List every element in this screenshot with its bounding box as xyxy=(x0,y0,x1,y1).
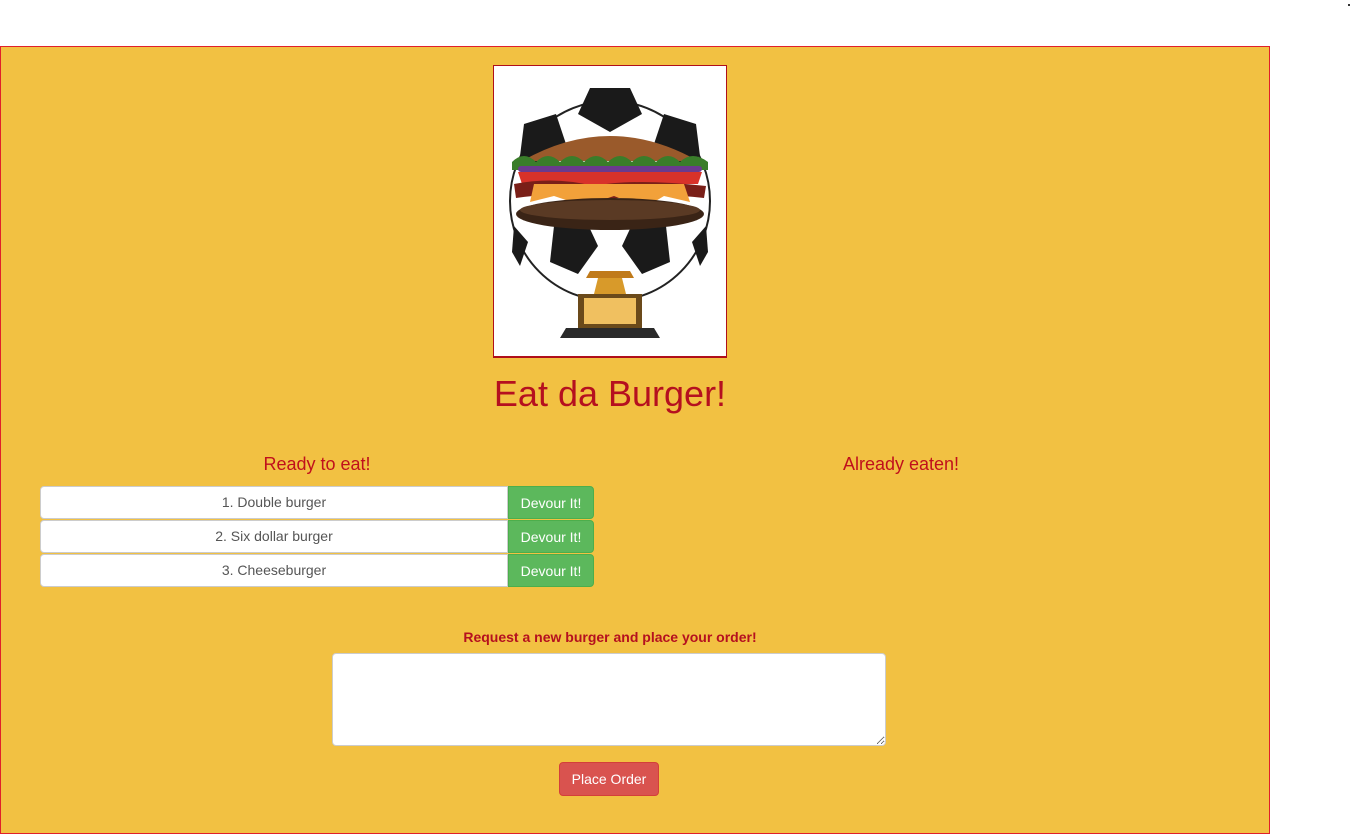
already-eaten-heading: Already eaten! xyxy=(842,454,960,474)
burger-row: 2. Six dollar burger Devour It! xyxy=(40,520,595,553)
burger-trophy-icon xyxy=(509,88,711,338)
burger-row: 1. Double burger Devour It! xyxy=(40,486,595,519)
burger-trophy-logo xyxy=(493,65,727,358)
burger-name: 1. Double burger xyxy=(40,486,508,519)
devour-button[interactable]: Devour It! xyxy=(508,554,594,587)
burger-name: 2. Six dollar burger xyxy=(40,520,508,553)
burger-name-textarea[interactable] xyxy=(332,653,886,746)
ready-burger-list: 1. Double burger Devour It! 2. Six dolla… xyxy=(40,486,595,588)
burger-row: 3. Cheeseburger Devour It! xyxy=(40,554,595,587)
devour-button[interactable]: Devour It! xyxy=(508,486,594,519)
ready-to-eat-heading: Ready to eat! xyxy=(263,454,371,474)
stray-pixel xyxy=(1348,4,1350,6)
app-container: Eat da Burger! Ready to eat! Already eat… xyxy=(0,46,1270,834)
burger-name: 3. Cheeseburger xyxy=(40,554,508,587)
order-form-label: Request a new burger and place your orde… xyxy=(463,629,757,645)
devour-button[interactable]: Devour It! xyxy=(508,520,594,553)
page-title: Eat da Burger! xyxy=(493,373,727,414)
place-order-button[interactable]: Place Order xyxy=(559,762,659,796)
